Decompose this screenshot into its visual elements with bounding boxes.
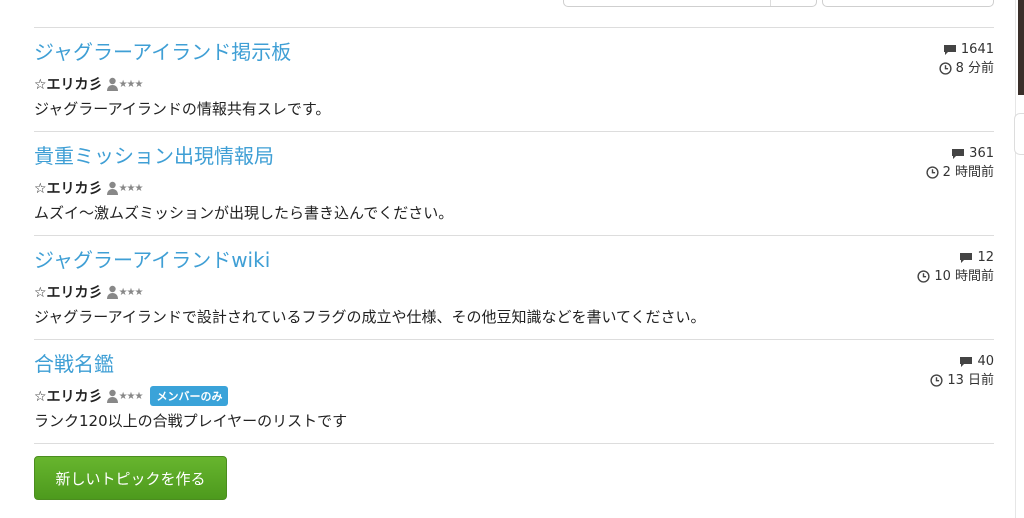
topic-item: ジャグラーアイランド掲示板 ☆エリカ彡 ★★★ ジャグラーアイランドの情報共有ス… [34,28,994,132]
topic-description: ムズイ〜激ムズミッションが出現したら書き込んでください。 [34,204,454,222]
topic-stats: 1641 8 分前 [938,40,994,78]
comment-count: 361 [969,146,994,161]
clock-icon [930,374,943,387]
side-tab[interactable] [1014,113,1024,155]
author-name[interactable]: ☆エリカ彡 [34,282,103,302]
new-topic-button[interactable]: 新しいトピックを作る [34,456,227,500]
rank-stars: ★★★ [118,286,144,298]
topic-item: 合戦名鑑 ☆エリカ彡 ★★★ メンバーのみ ランク120以上の合戦プレイヤーのリ… [34,340,994,444]
author-name[interactable]: ☆エリカ彡 [34,178,103,198]
time-row: 2 時間前 [925,163,994,182]
topic-description: ジャグラーアイランドの情報共有スレです。 [34,100,331,118]
topic-stats: 12 10 時間前 [917,248,994,286]
topic-list: ジャグラーアイランド掲示板 ☆エリカ彡 ★★★ ジャグラーアイランドの情報共有ス… [34,27,994,444]
topic-title-link[interactable]: ジャグラーアイランドwiki [34,244,270,273]
comment-count: 12 [977,250,994,265]
topic-meta: ☆エリカ彡 ★★★ [34,282,144,302]
topic-title-link[interactable]: 貴重ミッション出現情報局 [34,140,274,169]
topic-title-link[interactable]: ジャグラーアイランド掲示板 [34,36,291,65]
topic-stats: 40 13 日前 [930,352,994,390]
comment-count: 1641 [960,42,994,57]
time-row: 8 分前 [938,59,994,78]
comment-count-row: 40 [930,352,994,371]
user-icon [106,77,118,91]
side-panel-edge [1014,0,1024,518]
comment-icon [960,252,973,263]
topic-meta: ☆エリカ彡 ★★★ [34,178,144,198]
author-name[interactable]: ☆エリカ彡 [34,386,103,406]
comment-count-row: 12 [917,248,994,267]
topic-meta: ☆エリカ彡 ★★★ メンバーのみ [34,386,229,406]
user-icon [106,389,118,403]
user-icon [106,181,118,195]
filter-select[interactable] [822,0,994,7]
topic-meta: ☆エリカ彡 ★★★ [34,74,144,94]
clock-icon [917,270,930,283]
topic-item: 貴重ミッション出現情報局 ☆エリカ彡 ★★★ ムズイ〜激ムズミッションが出現した… [34,132,994,236]
comment-icon [960,356,973,367]
topic-stats: 361 2 時間前 [925,144,994,182]
comment-icon [943,44,956,55]
side-image [1018,0,1024,95]
author-name[interactable]: ☆エリカ彡 [34,74,103,94]
comment-icon [952,148,965,159]
comment-count-row: 1641 [939,40,994,59]
last-post-time: 2 時間前 [942,165,994,180]
last-post-time: 8 分前 [955,61,994,76]
rank-stars: ★★★ [118,78,144,90]
clock-icon [925,166,939,179]
last-post-time: 10 時間前 [934,269,994,284]
members-only-badge: メンバーのみ [150,386,229,406]
search-divider [770,0,771,6]
last-post-time: 13 日前 [947,373,994,388]
clock-icon [938,62,952,75]
topic-description: ランク120以上の合戦プレイヤーのリストです [34,412,348,430]
comment-count: 40 [977,354,994,369]
user-icon [106,285,118,299]
topic-title-link[interactable]: 合戦名鑑 [34,348,114,377]
topic-item: ジャグラーアイランドwiki ☆エリカ彡 ★★★ ジャグラーアイランドで設計され… [34,236,994,340]
rank-stars: ★★★ [118,390,144,402]
time-row: 13 日前 [930,371,994,390]
comment-count-row: 361 [926,144,994,163]
time-row: 10 時間前 [917,267,994,286]
topic-description: ジャグラーアイランドで設計されているフラグの成立や仕様、その他豆知識などを書いて… [34,308,706,326]
search-box[interactable] [563,0,817,7]
rank-stars: ★★★ [118,182,144,194]
